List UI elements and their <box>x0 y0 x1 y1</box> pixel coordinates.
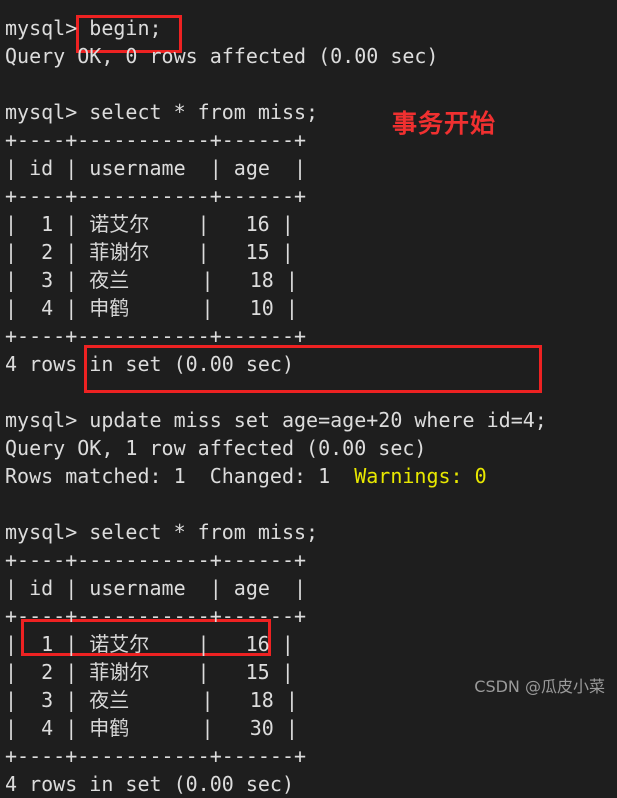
table-cell-username: 夜兰 <box>89 688 130 712</box>
table-cell-text: | 3 | <box>5 268 90 292</box>
table-cell-username: 诺艾尔 <box>89 632 150 656</box>
table-cell-text: | 15 | <box>149 660 294 684</box>
terminal-line: | id | username | age | <box>5 576 307 600</box>
table-cell-text: | 18 | <box>129 688 298 712</box>
table-cell-text: | 15 | <box>149 240 294 264</box>
terminal-line: +----+-----------+------+ <box>5 744 307 768</box>
table-cell-text: | 4 | <box>5 296 90 320</box>
terminal-line: +----+-----------+------+ <box>5 324 307 348</box>
update-detail-text: Rows matched: 1 Changed: 1 <box>5 464 355 488</box>
terminal-line: | 4 | 申鹤 | 10 | <box>5 294 617 322</box>
terminal-line: mysql> select * from miss; <box>5 520 319 544</box>
terminal-line: 4 rows in set (0.00 sec) <box>5 352 294 376</box>
terminal-line: mysql> select * from miss; <box>5 100 319 124</box>
terminal-line: mysql> update miss set age=age+20 where … <box>5 408 547 432</box>
table-cell-text: | 3 | <box>5 688 90 712</box>
table-cell-text: | 18 | <box>129 268 298 292</box>
terminal-line: +----+-----------+------+ <box>5 604 307 628</box>
table-cell-username: 菲谢尔 <box>89 660 150 684</box>
table-cell-text: | 2 | <box>5 660 90 684</box>
terminal-line: | 3 | 夜兰 | 18 | <box>5 266 617 294</box>
terminal-line: | 1 | 诺艾尔 | 16 | <box>5 210 617 238</box>
table-cell-text: | 10 | <box>129 296 298 320</box>
table-cell-text: | 1 | <box>5 212 90 236</box>
warnings-text: Warnings: 0 <box>354 464 487 488</box>
terminal-line: | 3 | 夜兰 | 18 | <box>5 686 617 714</box>
table-cell-text: | 16 | <box>149 632 294 656</box>
terminal-line: Rows matched: 1 Changed: 1 Warnings: 0 <box>5 462 617 490</box>
table-cell-username: 诺艾尔 <box>89 212 150 236</box>
terminal-line: Query OK, 0 rows affected (0.00 sec) <box>5 44 439 68</box>
table-cell-username: 申鹤 <box>89 716 130 740</box>
terminal-line: | 2 | 菲谢尔 | 15 | <box>5 658 617 686</box>
terminal-line: | id | username | age | <box>5 156 307 180</box>
table-cell-text: | 30 | <box>129 716 298 740</box>
terminal-line: | 1 | 诺艾尔 | 16 | <box>5 630 617 658</box>
terminal-line: +----+-----------+------+ <box>5 128 307 152</box>
terminal-line: +----+-----------+------+ <box>5 184 307 208</box>
terminal-output: mysql> begin; Query OK, 0 rows affected (… <box>5 14 617 798</box>
table-cell-text: | 2 | <box>5 240 90 264</box>
table-cell-text: | 4 | <box>5 716 90 740</box>
table-cell-username: 申鹤 <box>89 296 130 320</box>
terminal-line: | 4 | 申鹤 | 30 | <box>5 714 617 742</box>
terminal-line: +----+-----------+------+ <box>5 548 307 572</box>
table-cell-text: | 1 | <box>5 632 90 656</box>
terminal-line: mysql> begin; <box>5 16 162 40</box>
terminal-line: 4 rows in set (0.00 sec) <box>5 772 294 796</box>
table-cell-username: 夜兰 <box>89 268 130 292</box>
terminal-line: | 2 | 菲谢尔 | 15 | <box>5 238 617 266</box>
terminal-window[interactable]: mysql> begin; Query OK, 0 rows affected (… <box>0 0 617 796</box>
table-cell-text: | 16 | <box>149 212 294 236</box>
table-cell-username: 菲谢尔 <box>89 240 150 264</box>
terminal-line: Query OK, 1 row affected (0.00 sec) <box>5 436 427 460</box>
